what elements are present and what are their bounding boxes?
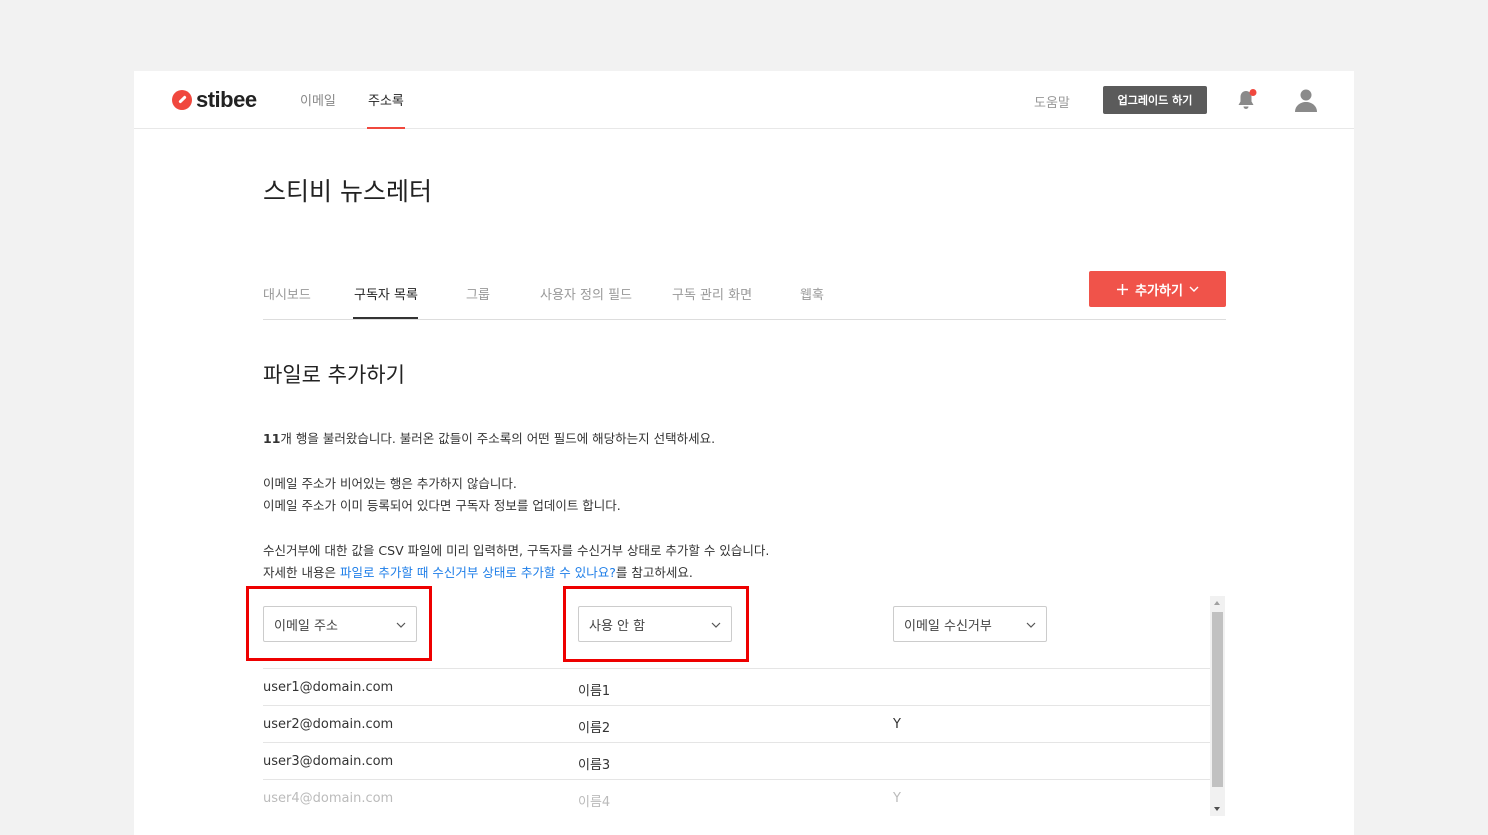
tab-subscription-page[interactable]: 구독 관리 화면 [672,284,752,303]
logo-text: stibee [196,87,257,112]
cell-unsubscribe: Y [893,791,901,806]
tab-dashboard[interactable]: 대시보드 [263,284,311,303]
info-line-unsubscribe: 수신거부에 대한 값을 CSV 파일에 미리 입력하면, 구독자를 수신거부 상… [263,543,770,558]
info-line-rows-loaded: 11개 행을 불러왔습니다. 불러온 값들이 주소록의 어떤 필드에 해당하는지… [263,428,715,447]
scroll-down-arrow-icon[interactable] [1214,807,1220,811]
tab-webhook[interactable]: 웹훅 [800,284,824,303]
notification-dot [1249,89,1257,96]
cell-unsubscribe: Y [893,717,901,732]
cell-email: user4@domain.com [263,791,394,806]
table-row: user4@domain.com 이름4 Y [263,779,1210,816]
upgrade-button[interactable]: 업그레이드 하기 [1103,86,1207,114]
user-avatar-icon[interactable] [1294,87,1318,113]
info-line-help: 자세한 내용은 파일로 추가할 때 수신거부 상태로 추가할 수 있나요?를 참… [263,562,693,581]
help-link[interactable]: 도움말 [1034,92,1070,111]
tab-active-indicator [353,317,418,319]
cell-name: 이름4 [578,795,611,810]
info-line-update: 이메일 주소가 이미 등록되어 있다면 구독자 정보를 업데이트 합니다. [263,498,621,513]
help-text-post: 를 참고하세요. [615,565,693,580]
app-window: stibee 이메일 주소록 도움말 업그레이드 하기 스티비 뉴스레터 대시보… [134,71,1354,835]
nav-email[interactable]: 이메일 [300,90,336,109]
nav-addressbook[interactable]: 주소록 [368,90,404,109]
cell-email: user1@domain.com [263,680,394,695]
table-row: user3@domain.com 이름3 [263,742,1210,779]
tab-bar: 대시보드 구독자 목록 그룹 사용자 정의 필드 구독 관리 화면 웹훅 [263,284,1226,320]
page-title: 스티비 뉴스레터 [263,177,432,206]
info-line-empty-email: 이메일 주소가 비어있는 행은 추가하지 않습니다. [263,476,517,491]
section-title: 파일로 추가하기 [263,363,405,387]
cell-email: user2@domain.com [263,717,394,732]
help-article-link[interactable]: 파일로 추가할 때 수신거부 상태로 추가할 수 있나요? [340,565,616,580]
add-button[interactable]: 추가하기 [1089,271,1226,307]
table-scrollbar[interactable] [1210,596,1225,816]
table-row: user1@domain.com 이름1 [263,668,1210,705]
table-row: user2@domain.com 이름2 Y [263,705,1210,742]
stibee-logo[interactable]: stibee [172,87,257,113]
row-count: 11 [263,431,281,446]
nav-active-indicator [367,127,405,129]
plus-icon [1117,283,1129,295]
notification-bell-icon[interactable] [1234,88,1258,112]
chevron-down-icon [1026,622,1036,628]
info-text: 개 행을 불러왔습니다. 불러온 값들이 주소록의 어떤 필드에 해당하는지 선… [280,431,716,446]
cell-name: 이름1 [578,684,611,699]
cell-name: 이름2 [578,721,611,736]
tab-groups[interactable]: 그룹 [466,284,490,303]
highlight-box-email [246,586,432,661]
chevron-down-icon [1189,286,1199,292]
stibee-logo-icon [172,90,192,110]
cell-name: 이름3 [578,758,611,773]
cell-email: user3@domain.com [263,754,394,769]
field-mapping-select-unsubscribe[interactable]: 이메일 수신거부 [893,606,1047,642]
help-text-pre: 자세한 내용은 [263,565,340,580]
select-value: 이메일 수신거부 [904,618,992,634]
scroll-up-arrow-icon[interactable] [1214,601,1220,605]
scrollbar-thumb[interactable] [1212,612,1223,787]
highlight-box-name [563,586,749,662]
top-navbar: stibee 이메일 주소록 도움말 업그레이드 하기 [134,71,1354,129]
add-button-label: 추가하기 [1135,283,1183,299]
tab-subscribers[interactable]: 구독자 목록 [354,284,418,303]
tab-custom-fields[interactable]: 사용자 정의 필드 [540,284,632,303]
